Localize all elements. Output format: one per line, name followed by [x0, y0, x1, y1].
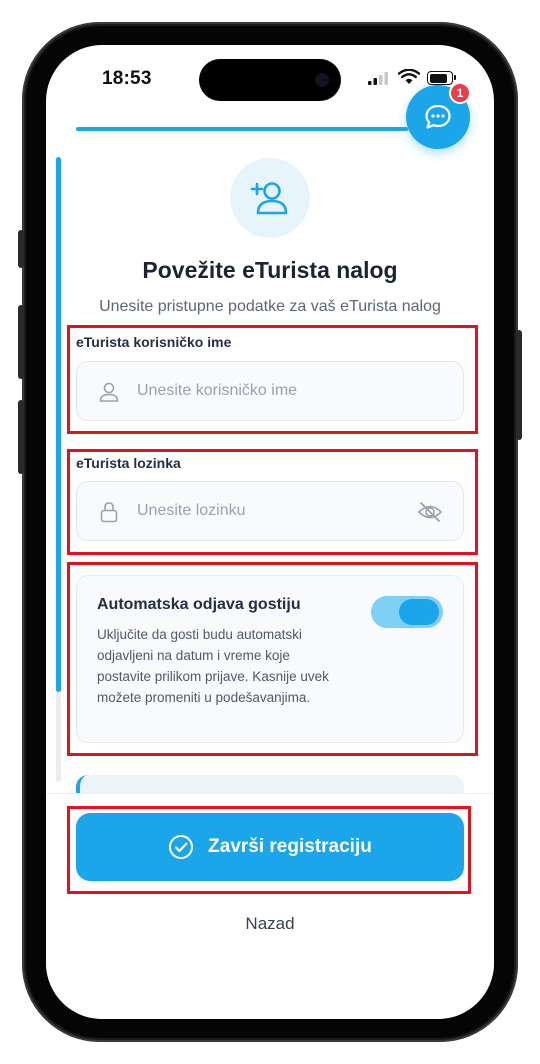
progress-fill [76, 127, 408, 131]
volume-down-button [18, 400, 24, 474]
battery-icon [427, 71, 453, 85]
chat-notification-badge: 1 [449, 82, 471, 104]
wifi-icon [398, 69, 420, 84]
highlight-auto-checkout [67, 562, 478, 756]
status-time: 18:53 [102, 68, 152, 89]
action-button [18, 230, 24, 268]
highlight-password [67, 449, 478, 555]
highlight-finish-button [67, 806, 471, 894]
page-title: Povežite eTurista nalog [142, 257, 398, 283]
page-subtitle: Unesite pristupne podatke za vaš eTurist… [99, 298, 441, 315]
dynamic-island [199, 59, 341, 101]
camera-icon [315, 73, 329, 87]
chat-bubble-icon [425, 104, 451, 129]
add-user-icon [250, 182, 288, 215]
scrollbar-thumb[interactable] [56, 157, 61, 692]
volume-up-button [18, 305, 24, 379]
scrollbar[interactable] [56, 157, 61, 782]
add-user-icon-badge [230, 158, 310, 238]
back-button[interactable]: Nazad [46, 914, 494, 934]
highlight-username [67, 325, 478, 434]
power-button [516, 330, 522, 440]
signal-icon [368, 72, 388, 85]
battery-tip [454, 75, 456, 80]
